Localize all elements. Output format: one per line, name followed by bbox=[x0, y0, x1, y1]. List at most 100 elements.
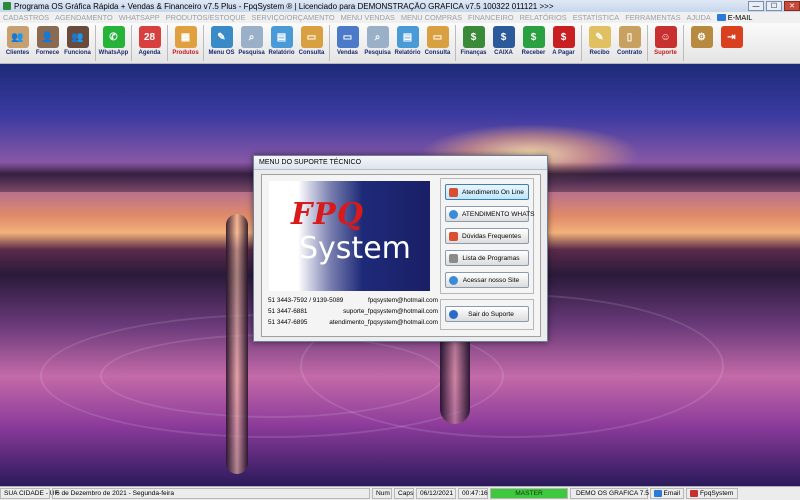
toolbar-button[interactable]: ✎ Menu OS bbox=[207, 23, 236, 62]
toolbar-button-label: Receber bbox=[521, 50, 546, 56]
app-icon bbox=[3, 2, 11, 10]
status-user: MASTER bbox=[490, 488, 568, 499]
menu-item[interactable]: FINANCEIRO bbox=[465, 13, 517, 22]
toolbar-button[interactable]: ▦ Produtos bbox=[171, 23, 200, 62]
support-option-button[interactable]: Atendimento On Line bbox=[445, 184, 529, 200]
menu-item[interactable]: SERVIÇO/ORÇAMENTO bbox=[249, 13, 338, 22]
toolbar-button-label: Suporte bbox=[654, 50, 677, 56]
status-caps-lock: Caps bbox=[394, 488, 414, 499]
toolbar-button-label: Relatório bbox=[394, 50, 421, 56]
toolbar-button[interactable]: $ A Pagar bbox=[549, 23, 578, 62]
email-icon bbox=[654, 490, 662, 497]
toolbar-button[interactable]: ▭ Consulta bbox=[423, 23, 452, 62]
support-option-button[interactable]: ATENDIMENTO WHATS bbox=[445, 206, 535, 222]
toolbar-button-label: Pesquisa bbox=[238, 50, 265, 56]
online-support-icon bbox=[449, 187, 458, 197]
toolbar-separator bbox=[95, 25, 96, 61]
toolbar-button-label: Fornece bbox=[35, 50, 60, 56]
menu-item[interactable]: ESTATÍSTICA bbox=[570, 13, 623, 22]
menu-item[interactable]: AGENDAMENTO bbox=[52, 13, 116, 22]
toolbar-button[interactable]: ✆ WhatsApp bbox=[99, 23, 128, 62]
faq-icon bbox=[449, 231, 458, 241]
toolbar-button-label: A Pagar bbox=[552, 50, 575, 56]
toolbar-button[interactable]: ▭ Consulta bbox=[297, 23, 326, 62]
menu-item[interactable]: AJUDA bbox=[684, 13, 714, 22]
toolbar-button[interactable]: 28 Agenda bbox=[135, 23, 164, 62]
pay-money-icon: $ bbox=[552, 26, 575, 48]
contact-phone: 51 3447-6881 bbox=[268, 308, 308, 315]
contact-row: 51 3447-6881 suporte_fpqsystem@hotmail.c… bbox=[268, 306, 438, 317]
service-order-icon: ✎ bbox=[210, 26, 233, 48]
menu-item[interactable]: PRODUTOS/ESTOQUE bbox=[163, 13, 249, 22]
menu-item[interactable]: MENU COMPRAS bbox=[398, 13, 465, 22]
menu-item[interactable]: FERRAMENTAS bbox=[622, 13, 683, 22]
toolbar-button-label: Relatório bbox=[268, 50, 295, 56]
toolbar-button[interactable]: ▭ Vendas bbox=[333, 23, 362, 62]
menu-item-email[interactable]: E-MAIL bbox=[714, 13, 756, 22]
status-num-lock: Num bbox=[372, 488, 392, 499]
status-company-label: DEMO OS GRAFICA 7.5 bbox=[576, 490, 649, 497]
menu-item[interactable]: WHATSAPP bbox=[116, 13, 163, 22]
toolbar-button-label: Consulta bbox=[424, 50, 451, 56]
logo-fpq-text: FPQ bbox=[291, 197, 364, 232]
support-option-button[interactable]: Lista de Programas bbox=[445, 250, 529, 266]
toolbar-button-label: Clientes bbox=[5, 50, 30, 56]
support-option-button[interactable]: Acessar nosso Site bbox=[445, 272, 529, 288]
contact-phone: 51 3447-6895 bbox=[268, 319, 308, 326]
toolbar-button[interactable]: $ Receber bbox=[519, 23, 548, 62]
maximize-button[interactable]: ☐ bbox=[766, 1, 782, 11]
contact-email: suporte_fpqsystem@hotmail.com bbox=[343, 308, 438, 315]
toolbar-separator bbox=[167, 25, 168, 61]
contact-email: atendimento_fpqsystem@hotmail.com bbox=[329, 319, 438, 326]
folder-icon: ▭ bbox=[426, 26, 449, 48]
status-date-text: 6 de Dezembro de 2021 - Segunda-feira bbox=[52, 488, 370, 499]
status-company: DEMO OS GRAFICA 7.5 bbox=[570, 488, 649, 499]
support-option-button[interactable]: Dúvidas Frequentes bbox=[445, 228, 529, 244]
toolbar-button-label: Pesquisa bbox=[364, 50, 391, 56]
close-button[interactable]: ✕ bbox=[784, 1, 800, 11]
dialog-body: FPQ System 51 3443-7592 / 9139-5089 fpqs… bbox=[261, 174, 541, 337]
contact-row: 51 3447-6895 atendimento_fpqsystem@hotma… bbox=[268, 317, 438, 328]
exit-support-button[interactable]: Sair do Suporte bbox=[445, 306, 529, 322]
receive-money-icon: $ bbox=[522, 26, 545, 48]
toolbar-button[interactable]: ⚙ bbox=[687, 23, 716, 62]
program-list-icon bbox=[449, 253, 458, 263]
sales-monitor-icon: ▭ bbox=[336, 26, 359, 48]
support-icon: ☺ bbox=[654, 26, 677, 48]
toolbar-button[interactable]: 👥 Funciona bbox=[63, 23, 92, 62]
toolbar-separator bbox=[131, 25, 132, 61]
menu-item[interactable]: RELATÓRIOS bbox=[517, 13, 570, 22]
contract-scroll-icon: ▯ bbox=[618, 26, 641, 48]
window-title: Programa OS Gráfica Rápida + Vendas & Fi… bbox=[14, 1, 554, 11]
toolbar-button[interactable]: ▤ Relatório bbox=[267, 23, 296, 62]
status-city: SUA CIDADE - UF bbox=[0, 488, 59, 499]
toolbar-separator bbox=[647, 25, 648, 61]
minimize-button[interactable]: — bbox=[748, 1, 764, 11]
toolbar-separator bbox=[683, 25, 684, 61]
toolbar-button[interactable]: ⌕ Pesquisa bbox=[237, 23, 266, 62]
search-doc-icon: ⌕ bbox=[240, 26, 263, 48]
support-option-label: Atendimento On Line bbox=[462, 188, 524, 196]
toolbar-button[interactable]: 👤 Fornece bbox=[33, 23, 62, 62]
status-email[interactable]: Email bbox=[650, 488, 684, 499]
toolbar-button[interactable]: 👥 Clientes bbox=[3, 23, 32, 62]
toolbar-button[interactable]: ⇥ bbox=[717, 23, 746, 62]
contact-email: fpqsystem@hotmail.com bbox=[367, 297, 438, 304]
contact-list: 51 3443-7592 / 9139-5089 fpqsystem@hotma… bbox=[268, 295, 438, 328]
toolbar-button[interactable]: ✎ Recibo bbox=[585, 23, 614, 62]
toolbar-button-label: Vendas bbox=[336, 50, 358, 56]
toolbar-button[interactable]: ▤ Relatório bbox=[393, 23, 422, 62]
menu-item-email-label: E-MAIL bbox=[727, 13, 753, 22]
receipt-icon: ✎ bbox=[588, 26, 611, 48]
toolbar-button-label: Produtos bbox=[172, 50, 199, 56]
menu-item[interactable]: CADASTROS bbox=[0, 13, 52, 22]
toolbar-button[interactable]: $ Finanças bbox=[459, 23, 488, 62]
toolbar-button[interactable]: ⌕ Pesquisa bbox=[363, 23, 392, 62]
toolbar-button[interactable]: $ CAIXA bbox=[489, 23, 518, 62]
toolbar-button[interactable]: ▯ Contrato bbox=[615, 23, 644, 62]
wallpaper-water-drop bbox=[226, 214, 248, 474]
exit-door-icon: ⇥ bbox=[720, 26, 743, 48]
menu-item[interactable]: MENU VENDAS bbox=[338, 13, 398, 22]
toolbar-button[interactable]: ☺ Suporte bbox=[651, 23, 680, 62]
chat-bubble-icon bbox=[449, 209, 458, 219]
